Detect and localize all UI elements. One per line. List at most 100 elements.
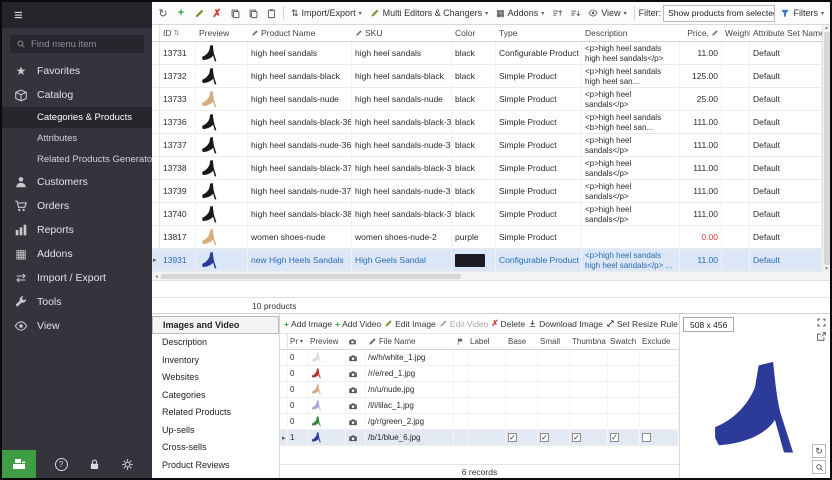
- column-header-camera[interactable]: [346, 334, 366, 349]
- settings-button[interactable]: [119, 456, 135, 472]
- column-header-position[interactable]: Pr▾: [288, 334, 308, 349]
- rotate-button[interactable]: ↻: [812, 444, 826, 458]
- open-external-icon[interactable]: [816, 331, 827, 342]
- column-header-exclude[interactable]: Exclude: [640, 334, 679, 349]
- edit-product-button[interactable]: [191, 5, 207, 22]
- column-header-base[interactable]: Base: [506, 334, 538, 349]
- small-checkbox[interactable]: [540, 433, 549, 442]
- thumbnail-checkbox[interactable]: [572, 433, 581, 442]
- sidebar-item-addons[interactable]: ▦ Addons: [2, 242, 152, 266]
- zoom-button[interactable]: [812, 460, 826, 474]
- column-header-id[interactable]: ID⇅: [160, 25, 196, 41]
- sidebar-item-customers[interactable]: Customers: [2, 170, 152, 194]
- view-dropdown[interactable]: View ▾: [585, 4, 629, 22]
- product-row[interactable]: 13731 high heel sandals high heel sandal…: [152, 42, 822, 65]
- tab-inventory[interactable]: Inventory: [152, 351, 279, 369]
- copy-button[interactable]: [227, 5, 243, 22]
- product-row[interactable]: 13732 high heel sandals-black high heel …: [152, 65, 822, 88]
- sort-ascending-button[interactable]: [549, 5, 565, 22]
- column-header-flag[interactable]: [454, 334, 468, 349]
- add-product-button[interactable]: +: [173, 5, 189, 22]
- sort-descending-button[interactable]: [567, 5, 583, 22]
- product-row[interactable]: 13740 high heel sandals-black-38 high he…: [152, 203, 822, 226]
- scrollbar-thumb[interactable]: [161, 274, 461, 279]
- edit-image-button[interactable]: Edit Image: [384, 319, 436, 329]
- delete-product-button[interactable]: ✗: [209, 5, 225, 22]
- multi-editors-dropdown[interactable]: Multi Editors & Changers ▾: [367, 4, 492, 22]
- column-header-description[interactable]: Description: [582, 25, 680, 41]
- sidebar-item-favorites[interactable]: ★ Favorites: [2, 59, 152, 83]
- delete-image-button[interactable]: ✗Delete: [491, 318, 525, 329]
- tab-up-sells[interactable]: Up-sells: [152, 421, 279, 439]
- product-row[interactable]: 13733 high heel sandals-nude high heel s…: [152, 88, 822, 111]
- filters-dropdown[interactable]: Filters ▾: [777, 4, 827, 22]
- product-row[interactable]: 13817 women shoes-nude women shoes-nude-…: [152, 226, 822, 249]
- exclude-checkbox[interactable]: [642, 433, 651, 442]
- clipboard-button[interactable]: [263, 5, 279, 22]
- image-size-field[interactable]: 508 x 456: [683, 317, 734, 332]
- image-row[interactable]: 0 /w/h/white_1.jpg: [280, 350, 679, 366]
- column-header-sku[interactable]: SKU: [352, 25, 452, 41]
- menu-search-input[interactable]: [31, 39, 138, 50]
- sidebar-item-reports[interactable]: Reports: [2, 218, 152, 242]
- refresh-button[interactable]: ↻: [155, 5, 171, 22]
- image-row[interactable]: 0 /l/i/lilac_1.jpg: [280, 398, 679, 414]
- filter-select[interactable]: Show products from selected categories ▾: [663, 5, 775, 22]
- tab-cross-sells[interactable]: Cross-sells: [152, 439, 279, 457]
- add-video-button[interactable]: +Add Video: [335, 319, 381, 329]
- product-row[interactable]: 13736 high heel sandals-black-36 high he…: [152, 111, 822, 134]
- add-image-button[interactable]: +Add Image: [284, 319, 332, 329]
- sidebar-item-import-export[interactable]: ⇄ Import / Export: [2, 266, 152, 290]
- swatch-checkbox[interactable]: [610, 433, 619, 442]
- column-header-preview[interactable]: Preview: [196, 25, 248, 41]
- tab-product-reviews[interactable]: Product Reviews: [152, 456, 279, 474]
- addons-dropdown[interactable]: ▦ Addons ▾: [493, 4, 547, 22]
- image-row[interactable]: 0 /n/u/nude.jpg: [280, 382, 679, 398]
- column-header-price[interactable]: Price,: [680, 25, 722, 41]
- sidebar-item-categories-products[interactable]: Categories & Products: [2, 107, 152, 128]
- product-row[interactable]: ▸ 13931 new High Heels Sandals High Geel…: [152, 249, 822, 272]
- sidebar-item-orders[interactable]: Orders: [2, 194, 152, 218]
- scrollbar-thumb[interactable]: [824, 32, 830, 265]
- tab-websites[interactable]: Websites: [152, 369, 279, 387]
- column-header-attribute-set[interactable]: Attribute Set Name: [750, 25, 822, 41]
- sidebar-item-view[interactable]: View: [2, 314, 152, 338]
- menu-toggle-button[interactable]: ≡: [2, 2, 152, 28]
- column-header-file-name[interactable]: File Name: [366, 334, 454, 349]
- column-header-color[interactable]: Color: [452, 25, 496, 41]
- tab-description[interactable]: Description: [152, 334, 279, 352]
- download-image-button[interactable]: Download Image: [528, 319, 603, 329]
- column-header-weight[interactable]: Weight: [722, 25, 750, 41]
- duplicate-button[interactable]: [245, 5, 261, 22]
- base-checkbox[interactable]: [508, 433, 517, 442]
- import-export-dropdown[interactable]: ⇅ Import/Export ▾: [288, 4, 365, 22]
- column-header-small[interactable]: Small: [538, 334, 570, 349]
- sidebar-item-catalog[interactable]: Catalog: [2, 83, 152, 107]
- sidebar-item-related-products-generator[interactable]: Related Products Generator: [2, 149, 152, 170]
- column-header-label[interactable]: Label: [468, 334, 506, 349]
- sidebar-item-attributes[interactable]: Attributes: [2, 128, 152, 149]
- help-button[interactable]: ?: [53, 456, 69, 472]
- lock-button[interactable]: [86, 456, 102, 472]
- image-row[interactable]: 0 /g/r/green_2.jpg: [280, 414, 679, 430]
- column-header-product-name[interactable]: Product Name: [248, 25, 352, 41]
- column-header-type[interactable]: Type: [496, 25, 582, 41]
- image-row[interactable]: ▸ 1 /b/1/blue_6.jpg: [280, 430, 679, 446]
- product-row[interactable]: 13737 high heel sandals-nude-36 high hee…: [152, 134, 822, 157]
- vertical-scrollbar[interactable]: ▲ ▼: [822, 25, 830, 272]
- product-row[interactable]: 13738 high heel sandals-black-37 high he…: [152, 157, 822, 180]
- pos-button[interactable]: [2, 450, 36, 478]
- tab-categories[interactable]: Categories: [152, 386, 279, 404]
- column-header-preview[interactable]: Preview: [308, 334, 346, 349]
- horizontal-scrollbar[interactable]: ◂: [152, 272, 830, 281]
- set-resize-rule-button[interactable]: Set Resize Rule: [606, 319, 678, 329]
- column-header-thumbnail[interactable]: Thumbna: [570, 334, 608, 349]
- column-header-swatch[interactable]: Swatch: [608, 334, 640, 349]
- sidebar-item-tools[interactable]: Tools: [2, 290, 152, 314]
- image-row[interactable]: 0 /r/e/red_1.jpg: [280, 366, 679, 382]
- product-row[interactable]: 13739 high heel sandals-nude-37 high hee…: [152, 180, 822, 203]
- tab-related-products[interactable]: Related Products: [152, 404, 279, 422]
- tab-images-and-video[interactable]: Images and Video: [152, 316, 279, 334]
- fullscreen-icon[interactable]: [816, 317, 827, 328]
- edit-video-button[interactable]: Edit Video: [439, 319, 489, 329]
